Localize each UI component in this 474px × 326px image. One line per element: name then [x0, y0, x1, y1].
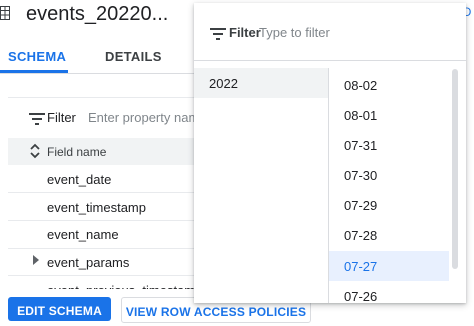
day-label: 08-01 — [344, 108, 378, 123]
day-label: 07-26 — [344, 289, 378, 303]
year-label: 2022 — [209, 76, 238, 91]
popup-divider — [194, 60, 466, 61]
schema-filter-label: Filter — [47, 110, 76, 125]
field-name: event_timestamp — [47, 200, 146, 215]
day-item[interactable]: 08-02 — [329, 70, 449, 100]
field-name: event_previous_timestamp — [47, 283, 197, 289]
day-item[interactable]: 07-30 — [329, 160, 449, 190]
field-name-header[interactable]: Field name — [47, 145, 106, 159]
year-item[interactable]: 2022 — [194, 68, 328, 98]
day-label: 07-31 — [344, 138, 378, 153]
day-label: 08-02 — [344, 78, 378, 93]
day-item[interactable]: 07-29 — [329, 190, 449, 220]
partition-picker-popup: Filter Type to filter 2022 08-02 08-01 0… — [194, 3, 466, 303]
filter-icon — [29, 112, 45, 125]
popup-filter-label: Filter — [229, 25, 261, 40]
tab-details[interactable]: DETAILS — [105, 49, 162, 64]
tab-divider — [0, 73, 200, 74]
day-label: 07-29 — [344, 198, 378, 213]
field-name: event_name — [47, 227, 119, 242]
edit-schema-button[interactable]: EDIT SCHEMA — [8, 297, 111, 321]
year-column: 2022 — [194, 68, 328, 303]
day-item[interactable]: 08-01 — [329, 100, 449, 130]
sort-icon[interactable] — [29, 142, 41, 160]
table-icon — [0, 6, 10, 20]
popup-filter-input[interactable]: Type to filter — [259, 25, 330, 40]
day-label: 07-27 — [344, 259, 378, 274]
day-list-scrollbar-thumb[interactable] — [452, 69, 458, 269]
field-name: event_params — [47, 255, 130, 270]
tab-schema[interactable]: SCHEMA — [8, 49, 66, 64]
table-title: events_20220... — [26, 3, 169, 25]
schema-filter-input[interactable]: Enter property name — [88, 110, 194, 125]
day-label: 07-28 — [344, 228, 378, 243]
day-item[interactable]: 07-26 — [329, 281, 449, 303]
day-label: 07-30 — [344, 168, 378, 183]
day-item[interactable]: 07-28 — [329, 220, 449, 250]
day-item[interactable]: 07-31 — [329, 130, 449, 160]
field-name: event_date — [47, 172, 112, 187]
filter-icon — [210, 27, 226, 40]
section-divider — [8, 97, 198, 98]
day-item-selected[interactable]: 07-27 — [329, 251, 449, 281]
expand-arrow-icon[interactable] — [33, 255, 39, 265]
